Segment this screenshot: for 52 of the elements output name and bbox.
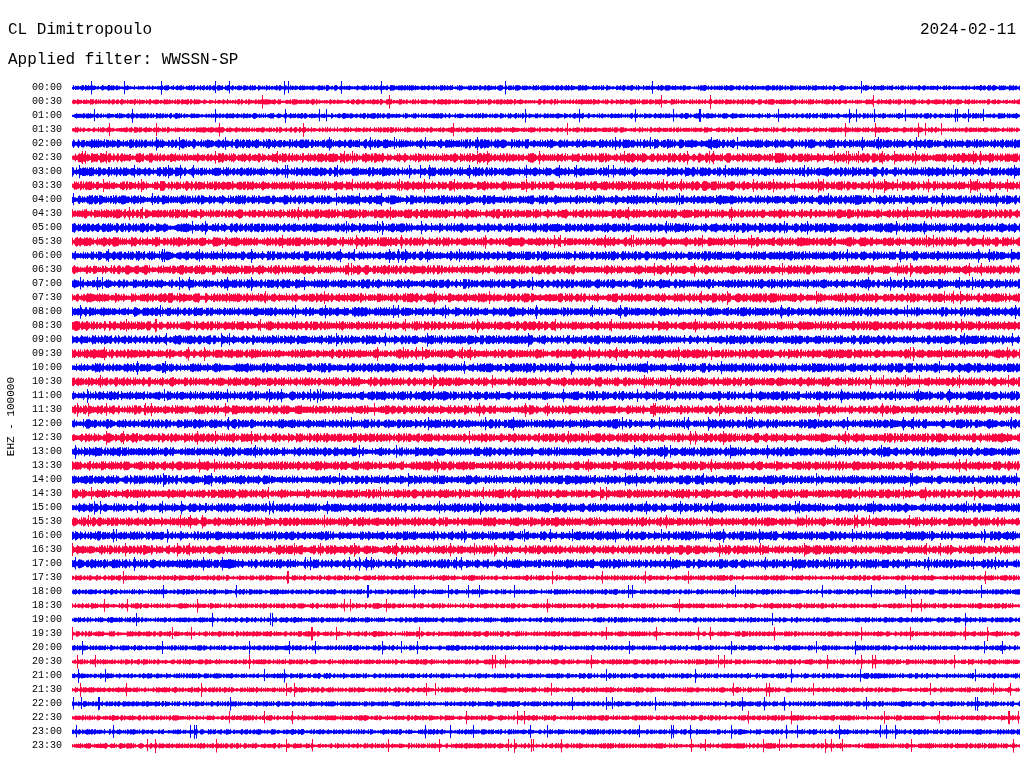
time-label: 09:00: [31, 333, 63, 347]
time-label: 16:30: [31, 543, 63, 557]
time-label: 21:00: [31, 669, 63, 683]
time-label: 18:00: [31, 585, 63, 599]
time-label: 11:30: [31, 403, 63, 417]
time-label: 00:00: [31, 81, 63, 95]
time-label: 12:30: [31, 431, 63, 445]
time-label: 17:30: [31, 571, 63, 585]
time-label: 21:30: [31, 683, 63, 697]
time-label: 20:00: [31, 641, 63, 655]
time-label: 19:30: [31, 627, 63, 641]
time-label: 05:30: [31, 235, 63, 249]
time-label: 01:30: [31, 123, 63, 137]
time-label: 10:30: [31, 375, 63, 389]
time-label: 16:00: [31, 529, 63, 543]
time-label: 12:00: [31, 417, 63, 431]
time-label: 08:30: [31, 319, 63, 333]
time-label: 04:00: [31, 193, 63, 207]
time-label: 02:00: [31, 137, 63, 151]
time-label: 09:30: [31, 347, 63, 361]
date-label: 2024-02-11: [920, 20, 1016, 40]
time-label: 03:00: [31, 165, 63, 179]
channel-label: EHZ - 100000: [3, 377, 18, 457]
filter-label: Applied filter: WWSSN-SP: [8, 50, 240, 70]
time-label: 14:00: [31, 473, 63, 487]
time-label: 13:00: [31, 445, 63, 459]
time-label: 07:00: [31, 277, 63, 291]
time-label: 04:30: [31, 207, 63, 221]
time-label: 22:00: [31, 697, 63, 711]
time-label: 18:30: [31, 599, 63, 613]
time-label: 20:30: [31, 655, 63, 669]
time-label: 14:30: [31, 487, 63, 501]
time-label: 06:30: [31, 263, 63, 277]
time-label: 00:30: [31, 95, 63, 109]
time-label: 02:30: [31, 151, 63, 165]
time-label: 06:00: [31, 249, 63, 263]
time-label: 10:00: [31, 361, 63, 375]
time-label: 23:30: [31, 739, 63, 753]
station-title: CL Dimitropoulo: [8, 20, 153, 40]
time-label: 05:00: [31, 221, 63, 235]
time-label: 19:00: [31, 613, 63, 627]
time-label: 11:00: [31, 389, 63, 403]
time-label: 13:30: [31, 459, 63, 473]
time-label: 03:30: [31, 179, 63, 193]
time-label: 15:30: [31, 515, 63, 529]
time-label: 23:00: [31, 725, 63, 739]
time-label: 15:00: [31, 501, 63, 515]
time-label: 17:00: [31, 557, 63, 571]
time-label: 22:30: [31, 711, 63, 725]
time-label: 08:00: [31, 305, 63, 319]
time-label: 07:30: [31, 291, 63, 305]
time-label: 01:00: [31, 109, 63, 123]
